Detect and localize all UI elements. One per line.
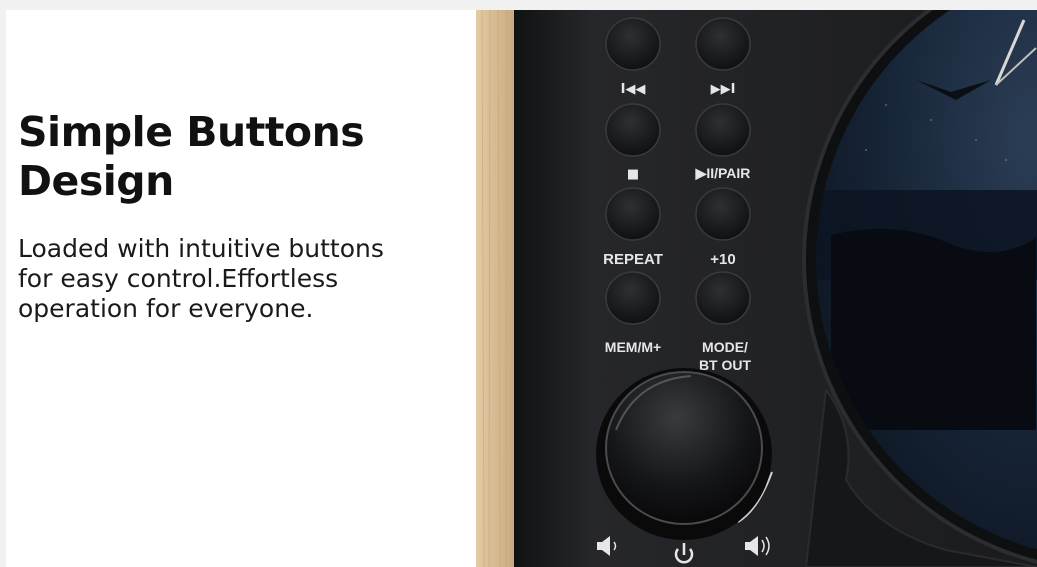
mode-label-line-2: BT OUT	[699, 357, 752, 373]
headline-line-1: Simple Buttons	[18, 108, 365, 156]
product-photo-svg: I◀◀ ▶▶I ■ ▶II/PAIR REPEAT +10 MEM/M+ MOD…	[476, 10, 1037, 567]
product-banner: Simple Buttons Design Loaded with intuit…	[6, 10, 1037, 567]
description-line-1: Loaded with intuitive buttons	[18, 234, 384, 263]
stop-icon: ■	[627, 167, 639, 182]
prev-button[interactable]	[605, 103, 661, 157]
button-top-left[interactable]	[605, 17, 661, 71]
mode-label-line-1: MODE/	[702, 339, 748, 355]
description-line-2: for easy control.Effortless	[18, 264, 339, 293]
headline-line-2: Design	[18, 157, 174, 205]
volume-knob[interactable]	[605, 371, 763, 525]
text-panel: Simple Buttons Design Loaded with intuit…	[6, 10, 476, 567]
play-pair-label: ▶II/PAIR	[695, 165, 751, 181]
next-button[interactable]	[695, 103, 751, 157]
repeat-button[interactable]	[605, 271, 661, 325]
headline: Simple Buttons Design	[18, 108, 365, 206]
plus10-button[interactable]	[695, 271, 751, 325]
mem-label: MEM/M+	[605, 339, 661, 355]
product-photo: I◀◀ ▶▶I ■ ▶II/PAIR REPEAT +10 MEM/M+ MOD…	[476, 10, 1037, 567]
next-icon: ▶▶I	[711, 82, 736, 97]
play-pair-button[interactable]	[695, 187, 751, 241]
prev-icon: I◀◀	[621, 82, 646, 97]
description-line-3: operation for everyone.	[18, 294, 314, 323]
button-top-right[interactable]	[695, 17, 751, 71]
plus10-label: +10	[710, 251, 735, 268]
description: Loaded with intuitive buttons for easy c…	[18, 234, 384, 324]
repeat-label: REPEAT	[603, 251, 663, 268]
wood-side	[476, 10, 514, 567]
stop-button[interactable]	[605, 187, 661, 241]
